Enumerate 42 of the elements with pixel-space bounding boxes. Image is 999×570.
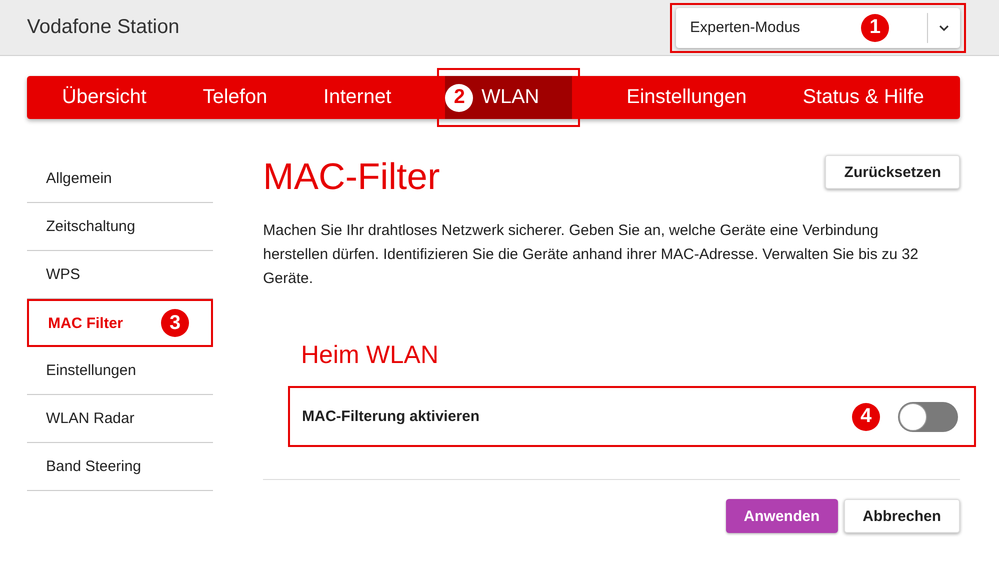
- callout-badge: 3: [161, 309, 189, 337]
- chevron-down-icon: [938, 24, 950, 32]
- sidebar-item[interactable]: MAC Filter 3: [27, 299, 213, 347]
- page-title: MAC-Filter: [263, 155, 440, 199]
- sidebar-item[interactable]: Zeitschaltung: [27, 203, 213, 251]
- nav-tab[interactable]: Telefon: [202, 76, 268, 119]
- sidebar-item[interactable]: WPS: [27, 251, 213, 299]
- tab-label: Einstellungen: [626, 86, 747, 109]
- sidebar-label: Einstellungen: [46, 362, 136, 379]
- sidebar-item[interactable]: WLAN Radar: [27, 395, 213, 443]
- nav-tab[interactable]: Internet: [323, 76, 392, 119]
- apply-button[interactable]: Anwenden: [726, 499, 838, 534]
- callout-badge: 1: [861, 14, 889, 42]
- mode-value: Experten-Modus: [690, 19, 802, 36]
- callout-badge: 4: [852, 402, 880, 431]
- sidebar-label: Band Steering: [46, 458, 142, 475]
- sidebar-item[interactable]: Allgemein: [27, 155, 213, 203]
- description-text: Machen Sie Ihr drahtloses Netzwerk sicherer. Geben Sie an, welche Geräte eine Verbindung herstellen dürfen. Identifizieren Sie die Geräte anhand ihrer MAC-Adresse. Verwalten Sie bis zu 32 Geräte.: [263, 221, 920, 290]
- tab-label: Status & Hilfe: [802, 86, 924, 109]
- sidebar-label: WPS: [46, 266, 80, 283]
- tab-label: WLAN: [481, 86, 540, 109]
- sidebar-label: WLAN Radar: [46, 410, 134, 427]
- cancel-button[interactable]: Abbrechen: [844, 499, 960, 534]
- app-title: Vodafone Station: [27, 16, 180, 39]
- tab-label: Telefon: [202, 86, 268, 109]
- setting-label: MAC-Filterung aktivieren: [302, 408, 481, 426]
- sidebar-item[interactable]: Einstellungen: [27, 347, 213, 395]
- nav-tab[interactable]: 2 WLAN: [445, 76, 572, 119]
- reset-button[interactable]: Zurücksetzen: [825, 155, 960, 189]
- sidebar-item[interactable]: Band Steering: [27, 443, 213, 491]
- mode-dropdown[interactable]: Experten-Modus 1: [676, 8, 960, 48]
- nav-tab[interactable]: Einstellungen: [626, 76, 747, 119]
- nav-tab[interactable]: Übersicht: [62, 76, 146, 119]
- section-title: Heim WLAN: [301, 341, 440, 370]
- sidebar-label: MAC Filter: [48, 314, 123, 332]
- sidebar-label: Zeitschaltung: [46, 218, 136, 235]
- sidebar-label: Allgemein: [46, 170, 112, 187]
- callout-badge: 2: [445, 84, 474, 112]
- tab-label: Übersicht: [62, 86, 146, 109]
- tab-label: Internet: [323, 86, 392, 109]
- nav-tab[interactable]: Status & Hilfe: [802, 76, 924, 119]
- toggle-switch[interactable]: [898, 402, 958, 432]
